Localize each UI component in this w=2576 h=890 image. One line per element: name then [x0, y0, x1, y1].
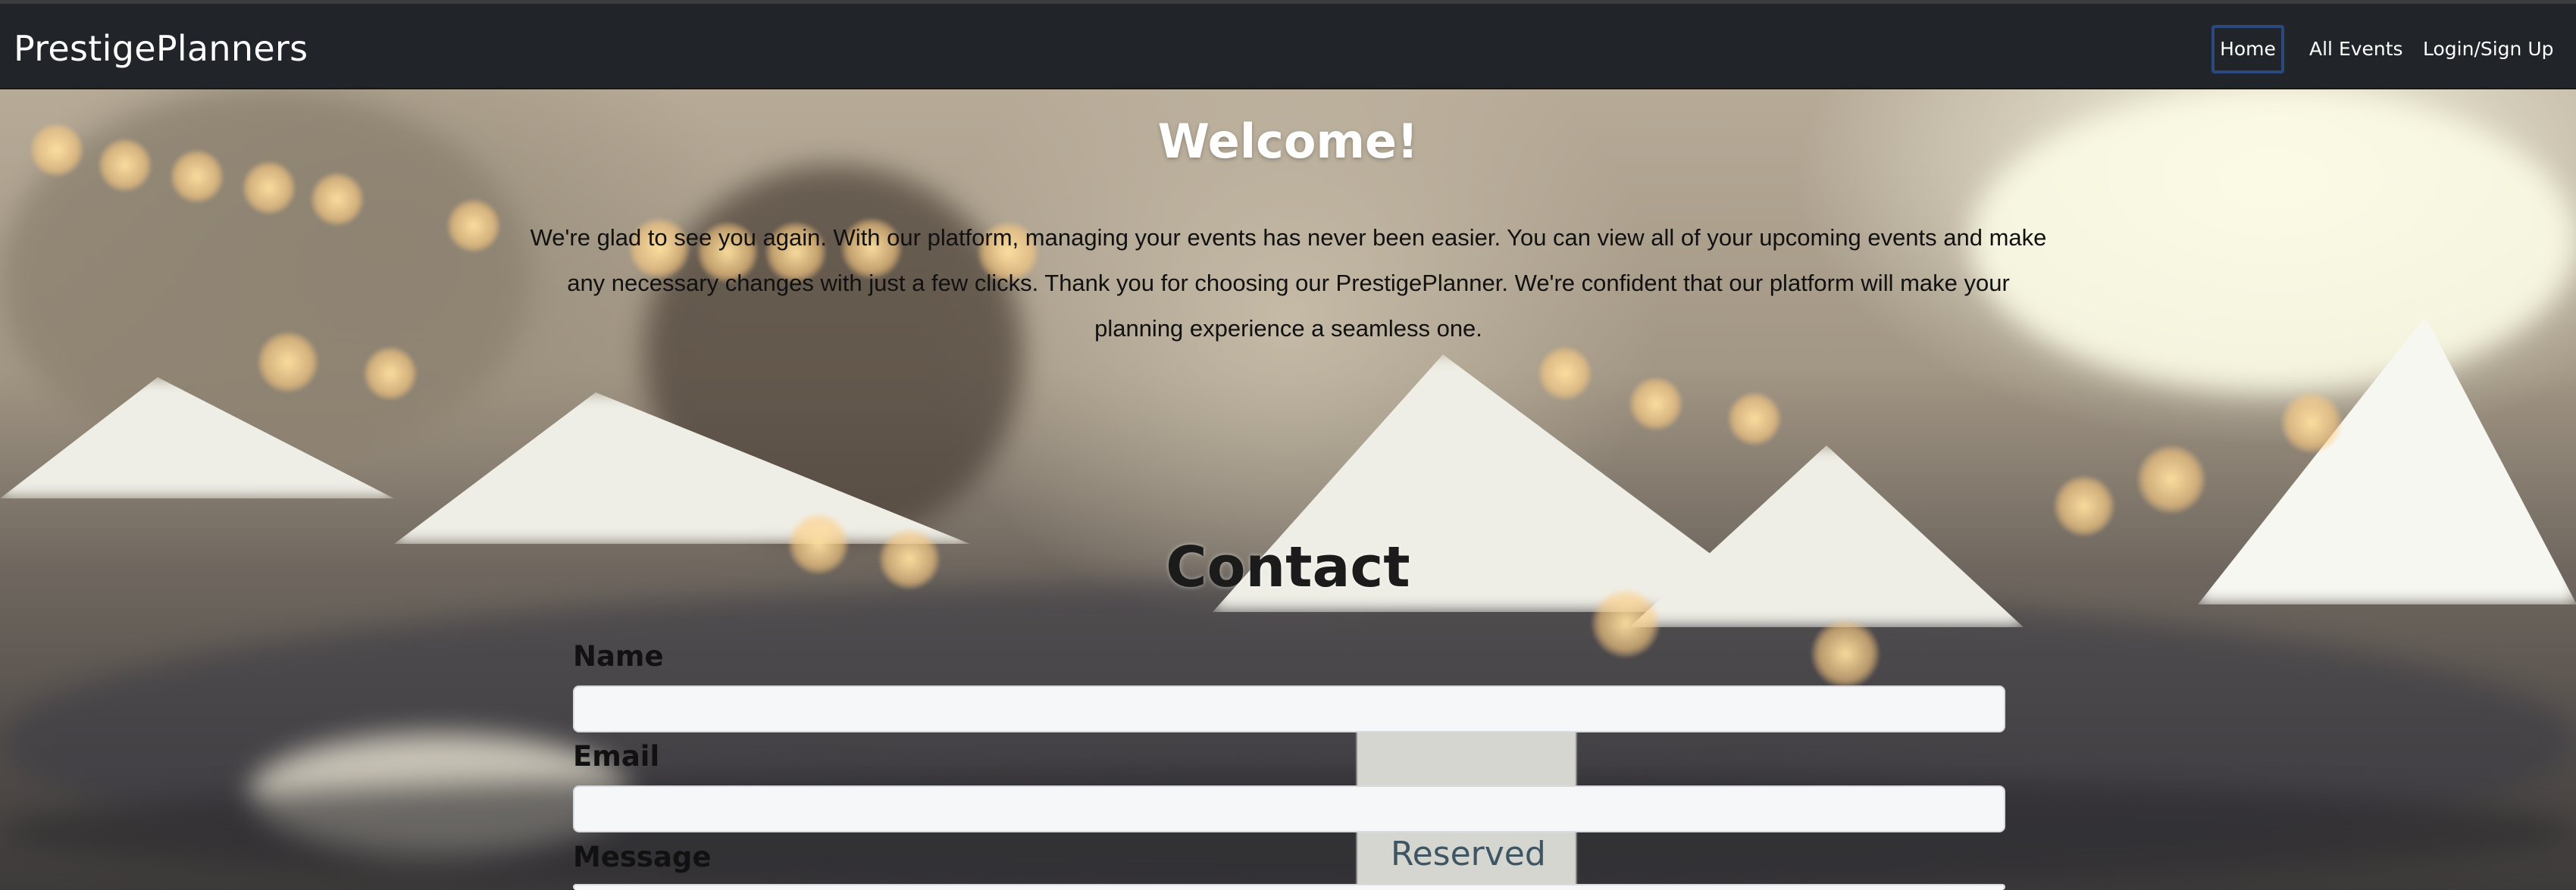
- bokeh-light: [2281, 392, 2342, 453]
- bokeh-light: [243, 161, 296, 214]
- bokeh-light: [1538, 347, 1592, 400]
- page: PrestigePlanners Home All Events Login/S…: [0, 0, 2576, 890]
- welcome-title: Welcome!: [1157, 114, 1419, 169]
- nav-link-all-events[interactable]: All Events: [2309, 25, 2403, 73]
- contact-title: Contact: [1166, 535, 1410, 600]
- message-label: Message: [573, 841, 712, 873]
- brand-logo-link[interactable]: PrestigePlanners: [14, 28, 308, 69]
- reserved-sign-text: Reserved: [1391, 835, 1546, 873]
- bokeh-light: [258, 332, 318, 392]
- name-label: Name: [573, 640, 664, 673]
- bokeh-light: [1728, 392, 1781, 445]
- name-input[interactable]: [573, 685, 2005, 732]
- nav-link-home[interactable]: Home: [2211, 25, 2284, 73]
- bokeh-light: [1811, 620, 1880, 688]
- welcome-text: We're glad to see you again. With our pl…: [530, 224, 2047, 342]
- nav-link-login-signup[interactable]: Login/Sign Up: [2423, 25, 2554, 73]
- bokeh-light: [364, 347, 417, 400]
- bokeh-light: [447, 199, 500, 252]
- bokeh-light: [1629, 377, 1682, 430]
- bokeh-light: [2054, 476, 2114, 536]
- bokeh-light: [311, 173, 364, 226]
- navbar: PrestigePlanners Home All Events Login/S…: [0, 4, 2576, 89]
- message-textarea[interactable]: [573, 884, 2005, 890]
- hero-background: [0, 89, 2576, 890]
- email-input[interactable]: [573, 785, 2005, 832]
- bokeh-light: [2137, 445, 2205, 514]
- email-label: Email: [573, 740, 660, 773]
